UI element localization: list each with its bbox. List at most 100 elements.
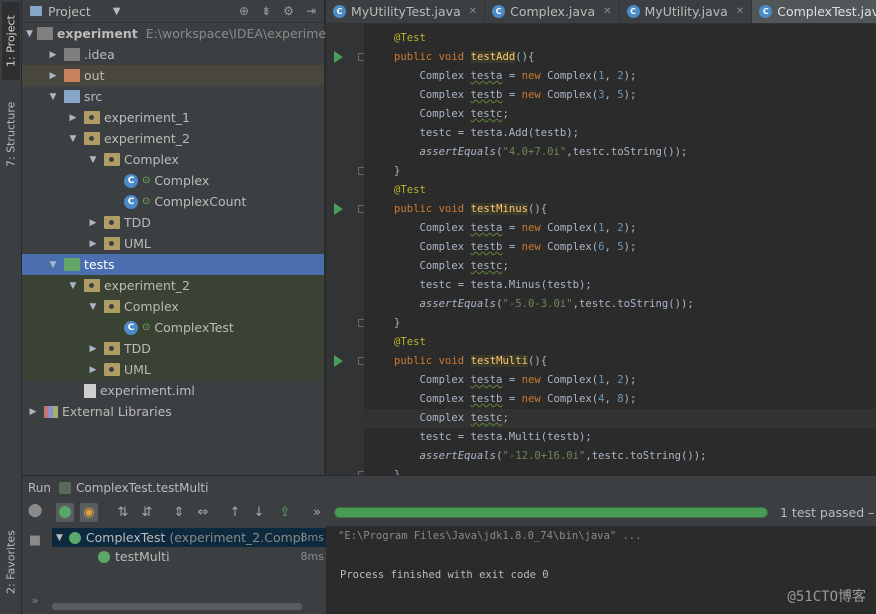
show-ignored-icon[interactable]: ◉ xyxy=(80,503,98,522)
project-panel-title[interactable]: Project xyxy=(48,4,91,19)
expand-down-icon[interactable]: ▼ xyxy=(46,92,60,102)
code-line[interactable]: testc = testa.Add(testb); xyxy=(364,124,876,143)
code-line[interactable]: @Test xyxy=(364,29,876,48)
tree-node[interactable]: ▼ Complex xyxy=(22,296,324,317)
close-icon[interactable]: ✕ xyxy=(603,6,611,17)
tree-node[interactable]: ▶ TDD xyxy=(22,338,324,359)
close-icon[interactable]: ✕ xyxy=(469,6,477,17)
run-test-icon[interactable] xyxy=(334,355,343,367)
code-line[interactable]: assertEquals("-5.0-3.0i",testc.toString(… xyxy=(364,295,876,314)
expand-right-icon[interactable]: ▶ xyxy=(86,218,100,228)
tree-node[interactable]: ▼ Complex xyxy=(22,149,324,170)
gear-icon[interactable]: ⚙ xyxy=(283,4,294,18)
test-result-row[interactable]: ▼ ComplexTest (experiment_2.Compl 8ms xyxy=(52,528,326,547)
code-line[interactable]: } xyxy=(364,466,876,475)
tree-node[interactable]: C ⊙ ComplexTest xyxy=(22,317,324,338)
expand-down-icon[interactable]: ▼ xyxy=(26,29,33,39)
code-line[interactable]: assertEquals("-12.0+16.0i",testc.toStrin… xyxy=(364,447,876,466)
editor-tab[interactable]: CComplexTest.java✕ xyxy=(752,0,876,23)
expand-right-icon[interactable]: ▶ xyxy=(86,344,100,354)
collapse-all-icon[interactable]: ⇔ xyxy=(194,503,212,522)
close-icon[interactable]: ✕ xyxy=(736,6,744,17)
expand-down-icon[interactable]: ▼ xyxy=(66,281,80,291)
tree-node[interactable]: ▼ experiment_2 xyxy=(22,275,324,296)
sort-duration-icon[interactable]: ⇵ xyxy=(138,503,156,522)
tree-node[interactable]: ▶ TDD xyxy=(22,212,324,233)
pin-icon[interactable]: ⬤ xyxy=(26,501,44,520)
tree-node[interactable]: experiment.iml xyxy=(22,380,324,401)
tree-node[interactable]: ▼ tests xyxy=(22,254,324,275)
run-console[interactable]: "E:\Program Files\Java\jdk1.8.0_74\bin\j… xyxy=(326,526,876,614)
stop-icon[interactable]: ■ xyxy=(26,531,44,550)
structure-tool-tab[interactable]: 7: Structure xyxy=(2,92,20,176)
code-line[interactable]: Complex testb = new Complex(3, 5); xyxy=(364,86,876,105)
expand-right-icon[interactable]: ▶ xyxy=(46,71,60,81)
code-line[interactable]: Complex testc; xyxy=(364,257,876,276)
code-line[interactable]: Complex testa = new Complex(1, 2); xyxy=(364,371,876,390)
horizontal-scrollbar[interactable] xyxy=(52,603,302,610)
folder-icon xyxy=(36,27,53,40)
next-failed-icon[interactable]: ↓ xyxy=(250,503,268,522)
code-line[interactable]: Complex testa = new Complex(1, 2); xyxy=(364,219,876,238)
tree-node[interactable]: C ⊙ ComplexCount xyxy=(22,191,324,212)
code-line[interactable]: public void testMulti(){ xyxy=(364,352,876,371)
expand-right-icon[interactable]: ▶ xyxy=(86,239,100,249)
tree-node-label: UML xyxy=(124,236,151,251)
editor-tab[interactable]: C MyUtilityTest.java ✕ xyxy=(326,0,486,23)
test-result-row[interactable]: testMulti 8ms xyxy=(52,547,326,566)
tree-node[interactable]: ▼ src xyxy=(22,86,324,107)
code-line[interactable]: Complex testb = new Complex(4, 8); xyxy=(364,390,876,409)
tree-node[interactable]: ▶ UML xyxy=(22,233,324,254)
code-line[interactable]: @Test xyxy=(364,181,876,200)
code-line[interactable]: Complex testb = new Complex(6, 5); xyxy=(364,238,876,257)
run-test-icon[interactable] xyxy=(334,51,343,63)
expand-all-icon[interactable]: ⇕ xyxy=(170,503,188,522)
code-line[interactable]: Complex testc; xyxy=(364,105,876,124)
run-test-icon[interactable] xyxy=(334,203,343,215)
editor-tab[interactable]: C Complex.java ✕ xyxy=(485,0,620,23)
tree-node[interactable]: ▶ UML xyxy=(22,359,324,380)
tree-node[interactable]: ▶ experiment_1 xyxy=(22,107,324,128)
more-icon[interactable]: » xyxy=(308,503,326,522)
expand-down-icon[interactable]: ▼ xyxy=(86,155,100,165)
export-icon[interactable]: ⇪ xyxy=(276,503,294,522)
expand-down-icon[interactable]: ▼ xyxy=(86,302,100,312)
locate-icon[interactable]: ⊕ xyxy=(239,4,249,18)
collapse-icon[interactable]: ⇟ xyxy=(261,4,271,18)
code-line[interactable]: public void testAdd(){ xyxy=(364,48,876,67)
code-line[interactable]: @Test xyxy=(364,333,876,352)
tree-node[interactable]: ▶ out xyxy=(22,65,324,86)
tree-node[interactable]: ▶ .idea xyxy=(22,44,324,65)
tree-node[interactable]: ▼ experiment E:\workspace\IDEA\experiment xyxy=(22,23,339,44)
expand-down-icon[interactable]: ▼ xyxy=(66,134,80,144)
favorites-tool-tab[interactable]: 2: Favorites xyxy=(2,516,20,608)
code-line[interactable]: } xyxy=(364,314,876,333)
expand-down-icon[interactable]: ▼ xyxy=(56,533,63,543)
test-duration: 8ms xyxy=(300,531,324,544)
project-tool-tab[interactable]: 1: Project xyxy=(2,2,20,80)
more-side-icon[interactable]: » xyxy=(26,591,44,610)
package-icon xyxy=(84,279,100,292)
show-passed-icon[interactable] xyxy=(56,503,74,522)
code-line[interactable]: assertEquals("4.0+7.0i",testc.toString()… xyxy=(364,143,876,162)
expand-right-icon[interactable]: ▶ xyxy=(66,113,80,123)
expand-right-icon[interactable]: ▶ xyxy=(86,365,100,375)
code-line[interactable]: } xyxy=(364,162,876,181)
prev-failed-icon[interactable]: ↑ xyxy=(226,503,244,522)
tree-node[interactable]: C ⊙ Complex xyxy=(22,170,324,191)
sort-alpha-icon[interactable]: ⇅ xyxy=(114,503,132,522)
tree-node[interactable]: ▶ External Libraries xyxy=(22,401,324,422)
code-line[interactable]: public void testMinus(){ xyxy=(364,200,876,219)
hide-icon[interactable]: ⇥ xyxy=(306,4,316,18)
code-editor[interactable]: @Test public void testAdd(){ Complex test… xyxy=(364,24,876,475)
expand-right-icon[interactable]: ▶ xyxy=(46,50,60,60)
tree-node[interactable]: ▼ experiment_2 xyxy=(22,128,324,149)
expand-down-icon[interactable]: ▼ xyxy=(46,260,60,270)
code-line[interactable]: Complex testa = new Complex(1, 2); xyxy=(364,67,876,86)
code-line[interactable]: testc = testa.Multi(testb); xyxy=(364,428,876,447)
code-line[interactable]: testc = testa.Minus(testb); xyxy=(364,276,876,295)
chevron-down-icon[interactable]: ▼ xyxy=(113,6,121,17)
expand-right-icon[interactable]: ▶ xyxy=(26,407,40,417)
editor-tab[interactable]: C MyUtility.java ✕ xyxy=(620,0,753,23)
code-line[interactable]: Complex testc; xyxy=(364,409,876,428)
